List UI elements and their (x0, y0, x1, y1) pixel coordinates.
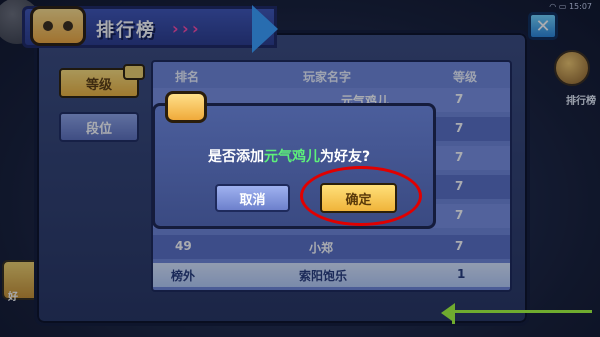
dialog-message-suffix: 为好友? (320, 149, 371, 165)
game-screen: ◠ ▭ 15:07 排行榜 好 排行榜 › › › ✕ 等级 段位 排名 玩家名… (0, 0, 600, 337)
dialog-message-prefix: 是否添加 (208, 149, 264, 165)
mascot-icon (165, 91, 207, 123)
dialog-message: 是否添加元气鸡儿为好友? (208, 146, 370, 166)
annotation-circle (300, 166, 422, 226)
dialog-player-name: 元气鸡儿 (264, 149, 320, 165)
cancel-button[interactable]: 取消 (215, 184, 290, 212)
cancel-button-label: 取消 (239, 192, 266, 208)
